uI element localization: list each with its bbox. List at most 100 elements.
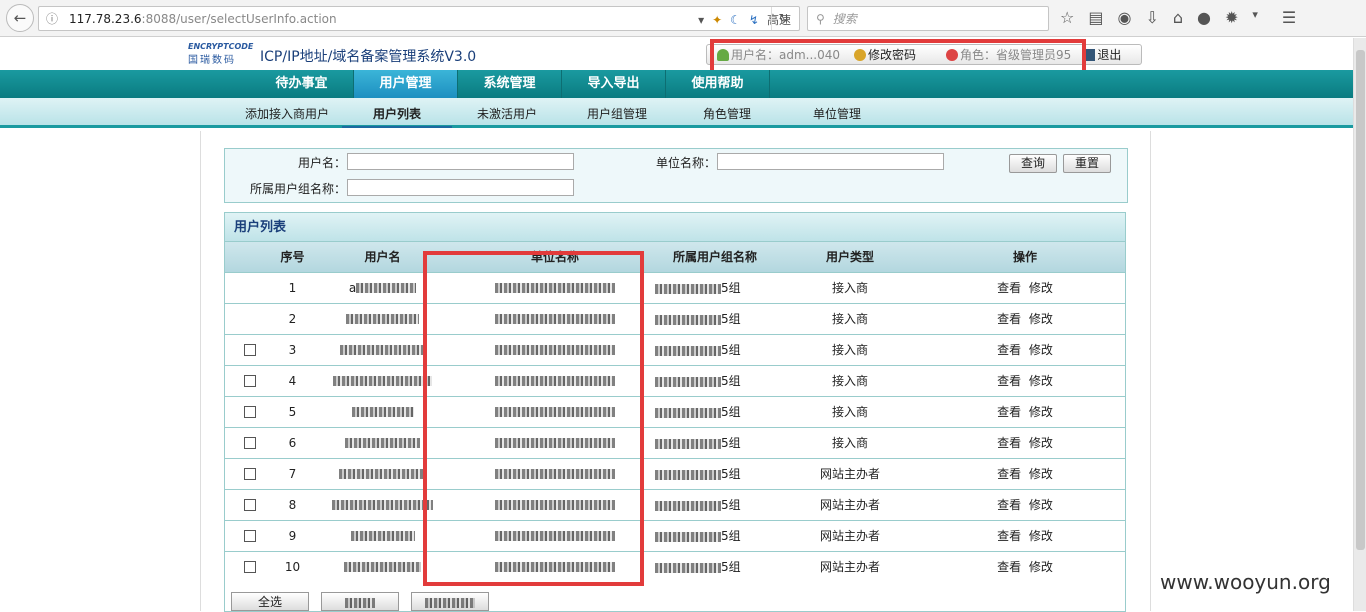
tab-help[interactable]: 使用帮助: [666, 70, 770, 98]
edit-link[interactable]: 修改: [1029, 281, 1053, 295]
page-scrollbar[interactable]: [1353, 38, 1366, 611]
footer-buttons: 全选: [231, 592, 489, 611]
edit-link[interactable]: 修改: [1029, 560, 1053, 574]
row-checkbox[interactable]: [244, 406, 256, 418]
address-bar[interactable]: ⓘ 117.78.23.6:8088/user/selectUserInfo.a…: [38, 6, 800, 31]
group-name-field[interactable]: [347, 179, 574, 196]
submenu-add-isp-user[interactable]: 添加接入商用户: [232, 98, 342, 128]
logo-mark: ENCRYPTCODE: [188, 42, 254, 51]
redacted-username: [351, 407, 414, 417]
table-row: 9 5组 网站主办者 查看 修改: [225, 519, 1125, 551]
action-button-3[interactable]: [411, 592, 489, 611]
view-link[interactable]: 查看: [997, 312, 1021, 326]
row-user-type: 接入商: [775, 364, 925, 396]
moon-icon[interactable]: ☾: [730, 13, 741, 27]
list-title: 用户列表: [225, 213, 1125, 242]
site-info-icon[interactable]: ⓘ: [43, 10, 61, 27]
view-link[interactable]: 查看: [997, 405, 1021, 419]
submenu-units[interactable]: 单位管理: [782, 98, 892, 128]
edit-link[interactable]: 修改: [1029, 405, 1053, 419]
edit-link[interactable]: 修改: [1029, 467, 1053, 481]
pocket-icon[interactable]: ◉: [1117, 8, 1131, 27]
row-checkbox[interactable]: [244, 468, 256, 480]
submenu-roles[interactable]: 角色管理: [672, 98, 782, 128]
redacted-username: [345, 438, 420, 448]
view-link[interactable]: 查看: [997, 467, 1021, 481]
download-icon[interactable]: ⇩: [1145, 8, 1158, 27]
row-checkbox[interactable]: [244, 344, 256, 356]
reading-list-icon[interactable]: ▤: [1088, 8, 1103, 27]
row-number: 10: [275, 550, 310, 582]
edit-link[interactable]: 修改: [1029, 312, 1053, 326]
table-row: 2 5组 接入商 查看 修改: [225, 302, 1125, 334]
row-select-cell: [225, 426, 275, 458]
view-link[interactable]: 查看: [997, 374, 1021, 388]
logout-button[interactable]: 退出: [1083, 46, 1121, 63]
edit-link[interactable]: 修改: [1029, 374, 1053, 388]
chat-icon[interactable]: ●: [1197, 8, 1211, 27]
scrollbar-thumb[interactable]: [1356, 50, 1365, 550]
rocket-icon[interactable]: ✦: [712, 13, 722, 27]
reset-button[interactable]: 重置: [1063, 154, 1111, 173]
tab-import-export[interactable]: 导入导出: [562, 70, 666, 98]
view-link[interactable]: 查看: [997, 343, 1021, 357]
row-select-cell: [225, 333, 275, 365]
redacted-group-name: [655, 562, 721, 573]
unit-name-field[interactable]: [717, 153, 944, 170]
view-link[interactable]: 查看: [997, 436, 1021, 450]
select-all-button[interactable]: 全选: [231, 592, 309, 611]
reload-icon[interactable]: ↻: [771, 7, 795, 30]
edit-link[interactable]: 修改: [1029, 529, 1053, 543]
back-button[interactable]: ←: [6, 4, 34, 32]
row-checkbox[interactable]: [244, 499, 256, 511]
browser-search-input[interactable]: ⚲ 搜索: [807, 6, 1049, 31]
edit-link[interactable]: 修改: [1029, 436, 1053, 450]
action-button-2[interactable]: [321, 592, 399, 611]
row-group-name: 5组: [655, 302, 775, 334]
addon-icon[interactable]: ✹: [1225, 8, 1238, 27]
username-field[interactable]: [347, 153, 574, 170]
row-actions: 查看 修改: [925, 364, 1125, 396]
logo: ENCRYPTCODE 国瑞数码: [188, 42, 254, 66]
row-user-type: 接入商: [775, 426, 925, 458]
user-table: 序号 用户名 单位名称 所属用户组名称 用户类型 操作 1 a 5组 接入商 查看 修改…: [225, 242, 1125, 582]
row-group-name: 5组: [655, 550, 775, 582]
tab-system-management[interactable]: 系统管理: [458, 70, 562, 98]
redacted-group-name: [655, 531, 721, 542]
row-user-type: 网站主办者: [775, 457, 925, 489]
submenu-user-groups[interactable]: 用户组管理: [562, 98, 672, 128]
chevron-down-icon[interactable]: ▾: [1252, 8, 1258, 27]
tab-user-management[interactable]: 用户管理: [354, 70, 458, 98]
row-user-type: 网站主办者: [775, 488, 925, 520]
redacted-username: [356, 283, 417, 293]
row-number: 5: [275, 395, 310, 427]
table-row: 5 5组 接入商 查看 修改: [225, 395, 1125, 427]
annotation-box-unit-column: [423, 251, 644, 586]
row-user-type: 接入商: [775, 271, 925, 303]
submenu-inactive-users[interactable]: 未激活用户: [452, 98, 562, 128]
submenu-user-list[interactable]: 用户列表: [342, 98, 452, 128]
row-number: 2: [275, 302, 310, 334]
view-link[interactable]: 查看: [997, 498, 1021, 512]
search-icon: ⚲: [816, 11, 825, 26]
lightning-icon[interactable]: ↯: [749, 13, 759, 27]
row-actions: 查看 修改: [925, 457, 1125, 489]
edit-link[interactable]: 修改: [1029, 498, 1053, 512]
redacted-username: [338, 469, 427, 479]
view-link[interactable]: 查看: [997, 560, 1021, 574]
row-checkbox[interactable]: [244, 561, 256, 574]
row-checkbox[interactable]: [244, 437, 256, 449]
row-checkbox[interactable]: [244, 530, 256, 542]
view-link[interactable]: 查看: [997, 281, 1021, 295]
dropdown-icon[interactable]: ▾: [698, 13, 704, 27]
row-checkbox[interactable]: [244, 375, 256, 387]
view-link[interactable]: 查看: [997, 529, 1021, 543]
col-user-type: 用户类型: [775, 242, 925, 272]
query-button[interactable]: 查询: [1009, 154, 1057, 173]
star-icon[interactable]: ☆: [1060, 8, 1074, 27]
col-group-name: 所属用户组名称: [655, 242, 775, 272]
tab-todo[interactable]: 待办事宜: [250, 70, 354, 98]
edit-link[interactable]: 修改: [1029, 343, 1053, 357]
hamburger-menu-icon[interactable]: ☰: [1282, 8, 1296, 27]
home-icon[interactable]: ⌂: [1173, 8, 1183, 27]
